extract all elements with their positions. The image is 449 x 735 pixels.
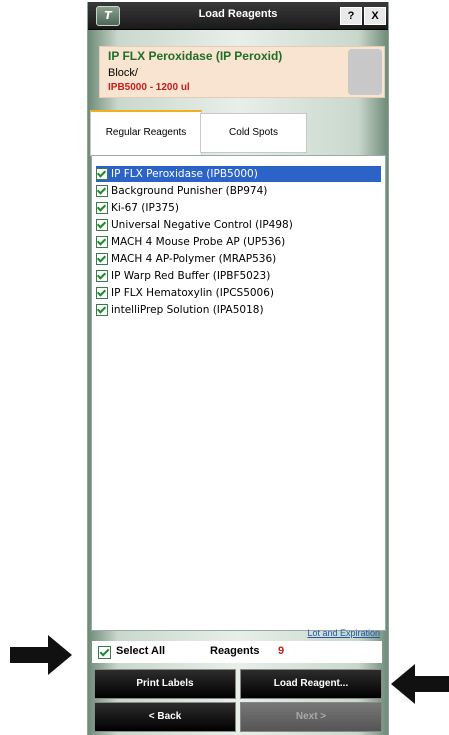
list-item[interactable]: MACH 4 AP-Polymer (MRAP536) xyxy=(96,251,276,267)
checkbox-checked-icon[interactable] xyxy=(96,185,108,197)
list-item-label: IP FLX Peroxidase (IPB5000) xyxy=(111,168,258,180)
list-item[interactable]: intelliPrep Solution (IPA5018) xyxy=(96,302,264,318)
checkbox-checked-icon[interactable] xyxy=(96,168,108,180)
checkbox-checked-icon[interactable] xyxy=(96,304,108,316)
back-button[interactable]: < Back xyxy=(94,702,236,732)
list-item[interactable]: IP FLX Hematoxylin (IPCS5006) xyxy=(96,285,274,301)
checkbox-checked-icon[interactable] xyxy=(96,253,108,265)
list-item[interactable]: MACH 4 Mouse Probe AP (UP536) xyxy=(96,234,285,250)
load-reagents-window: T Load Reagents ? X IP FLX Peroxidase (I… xyxy=(87,2,389,735)
reagent-name: IP FLX Peroxidase (IP Peroxid) xyxy=(108,49,283,63)
list-item-label: Ki-67 (IP375) xyxy=(111,202,179,214)
reagent-slot-indicator xyxy=(348,49,382,95)
checkbox-checked-icon[interactable] xyxy=(96,202,108,214)
reagent-code: IPB5000 - 1200 ul xyxy=(108,82,190,93)
tab-regular-reagents[interactable]: Regular Reagents xyxy=(90,110,202,156)
print-labels-button[interactable]: Print Labels xyxy=(94,669,236,699)
next-button[interactable]: Next > xyxy=(240,702,382,732)
reagent-list: IP FLX Peroxidase (IPB5000) Background P… xyxy=(91,155,386,631)
select-all-bar: Select All Reagents 9 xyxy=(92,641,382,663)
list-item-label: Universal Negative Control (IP498) xyxy=(111,219,293,231)
list-item[interactable]: Universal Negative Control (IP498) xyxy=(96,217,293,233)
list-item-label: Background Punisher (BP974) xyxy=(111,185,268,197)
list-item[interactable]: Ki-67 (IP375) xyxy=(96,200,179,216)
help-button[interactable]: ? xyxy=(340,7,362,25)
checkbox-checked-icon[interactable] xyxy=(96,219,108,231)
tab-cold-spots[interactable]: Cold Spots xyxy=(200,113,307,153)
list-item-label: MACH 4 Mouse Probe AP (UP536) xyxy=(111,236,286,248)
select-all-checkbox[interactable] xyxy=(98,646,111,659)
checkbox-checked-icon[interactable] xyxy=(96,287,108,299)
list-item-label: IP FLX Hematoxylin (IPCS5006) xyxy=(111,287,275,299)
reagents-label: Reagents xyxy=(210,645,260,657)
select-all-label[interactable]: Select All xyxy=(116,645,165,657)
list-item[interactable]: IP FLX Peroxidase (IPB5000) xyxy=(96,166,381,182)
load-reagent-button[interactable]: Load Reagent... xyxy=(240,669,382,699)
reagent-block: Block/ xyxy=(108,67,138,79)
reagents-count: 9 xyxy=(278,645,285,657)
lot-and-expiration-link[interactable]: Lot and Expiration xyxy=(307,628,380,638)
list-item[interactable]: IP Warp Red Buffer (IPBF5023) xyxy=(96,268,270,284)
right-arrow-icon xyxy=(391,662,449,706)
checkbox-checked-icon[interactable] xyxy=(96,270,108,282)
close-button[interactable]: X xyxy=(364,7,386,25)
checkbox-checked-icon[interactable] xyxy=(96,236,108,248)
list-item-label: MACH 4 AP-Polymer (MRAP536) xyxy=(111,253,277,265)
title-bar: T Load Reagents ? X xyxy=(88,2,388,30)
reagent-info-panel: IP FLX Peroxidase (IP Peroxid) Block/ IP… xyxy=(99,46,385,98)
tab-strip: Regular Reagents Cold Spots xyxy=(88,110,388,156)
list-item-label: IP Warp Red Buffer (IPBF5023) xyxy=(111,270,271,282)
list-item[interactable]: Background Punisher (BP974) xyxy=(96,183,267,199)
list-item-label: intelliPrep Solution (IPA5018) xyxy=(111,304,264,316)
left-arrow-icon xyxy=(10,633,74,677)
